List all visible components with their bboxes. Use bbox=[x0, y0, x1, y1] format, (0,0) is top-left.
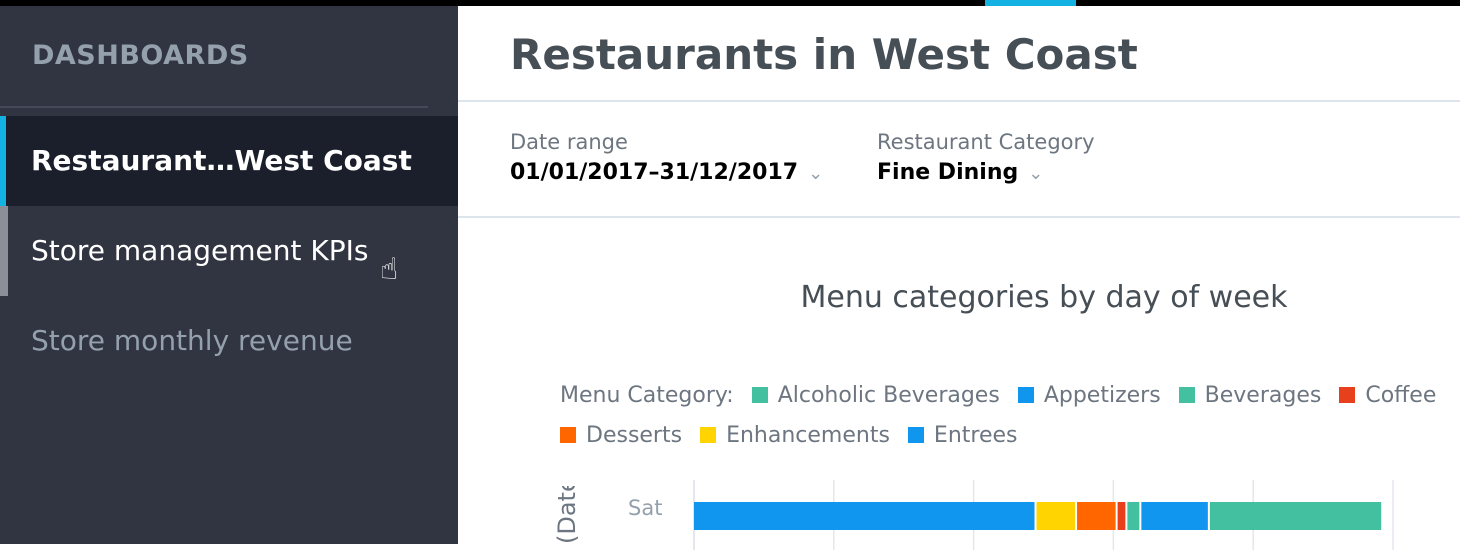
main-content: Restaurants in West Coast Date range 01/… bbox=[458, 6, 1460, 550]
restaurant-category-filter[interactable]: Restaurant Category Fine Dining ⌄ bbox=[877, 130, 1095, 185]
legend-item[interactable]: Desserts bbox=[560, 416, 682, 456]
filter-label: Restaurant Category bbox=[877, 130, 1095, 154]
sidebar-heading: DASHBOARDS bbox=[32, 40, 249, 71]
legend-label: Coffee bbox=[1365, 383, 1437, 408]
legend-swatch bbox=[751, 387, 768, 403]
legend-item[interactable]: Entrees bbox=[907, 416, 1018, 456]
filter-label: Date range bbox=[510, 130, 628, 154]
bar-segment-desserts[interactable] bbox=[1077, 502, 1116, 530]
legend-swatch bbox=[1339, 387, 1356, 403]
divider bbox=[458, 100, 1460, 102]
chevron-down-icon[interactable]: ⌄ bbox=[808, 163, 823, 184]
legend-swatch bbox=[1178, 387, 1195, 403]
legend-label: Enhancements bbox=[726, 423, 890, 448]
category-label-sat: Sat bbox=[628, 496, 663, 520]
legend-item[interactable]: Enhancements bbox=[700, 416, 890, 456]
chart-title: Menu categories by day of week bbox=[800, 280, 1288, 315]
bar-segment-coffee[interactable] bbox=[1117, 502, 1126, 530]
y-axis-label: (Date) bbox=[553, 486, 593, 544]
chevron-down-icon[interactable]: ⌄ bbox=[1028, 163, 1043, 184]
bar-segment-beverages[interactable] bbox=[1127, 502, 1140, 530]
bar-plot bbox=[693, 480, 1394, 550]
bar-segment-alcoholic-beverages[interactable] bbox=[1209, 502, 1382, 530]
filter-value: 01/01/2017–31/12/2017 bbox=[510, 160, 799, 185]
legend-item[interactable]: Coffee bbox=[1339, 376, 1436, 416]
sidebar-item-restaurants-west-coast[interactable]: Restaurant…West Coast bbox=[0, 116, 458, 206]
legend-item[interactable]: Beverages bbox=[1178, 376, 1322, 416]
legend-swatch bbox=[907, 427, 924, 443]
filter-value: Fine Dining bbox=[877, 160, 1019, 185]
sidebar-item-store-monthly-revenue[interactable]: Store monthly revenue bbox=[0, 296, 458, 386]
page-title: Restaurants in West Coast bbox=[510, 30, 1138, 79]
legend-label: Entrees bbox=[933, 423, 1018, 448]
sidebar-divider bbox=[0, 106, 428, 108]
chart-legend: Menu Category: Alcoholic Beverages Appetiz… bbox=[560, 376, 1460, 456]
legend-label: Alcoholic Beverages bbox=[777, 383, 1000, 408]
bar-segment-enhancements[interactable] bbox=[1036, 502, 1076, 530]
bar-segment-entrees[interactable] bbox=[694, 502, 1035, 530]
legend-item[interactable]: Alcoholic Beverages bbox=[751, 376, 1000, 416]
legend-label: Beverages bbox=[1204, 383, 1322, 408]
bar-segment-appetizers[interactable] bbox=[1141, 502, 1208, 530]
legend-label: Appetizers bbox=[1043, 383, 1161, 408]
date-range-filter[interactable]: Date range 01/01/2017–31/12/2017 ⌄ bbox=[510, 130, 823, 185]
legend-swatch bbox=[1017, 387, 1034, 403]
y-axis-label-text: (Date) bbox=[553, 486, 581, 544]
legend-swatch bbox=[700, 427, 717, 443]
sidebar: DASHBOARDS Restaurant…West Coast Store m… bbox=[0, 6, 458, 544]
legend-item[interactable]: Appetizers bbox=[1017, 376, 1161, 416]
legend-label: Desserts bbox=[586, 423, 683, 448]
legend-title: Menu Category: bbox=[560, 383, 734, 408]
hand-cursor-icon: ☝ bbox=[380, 252, 399, 287]
legend-swatch bbox=[560, 427, 576, 443]
divider bbox=[458, 216, 1460, 218]
